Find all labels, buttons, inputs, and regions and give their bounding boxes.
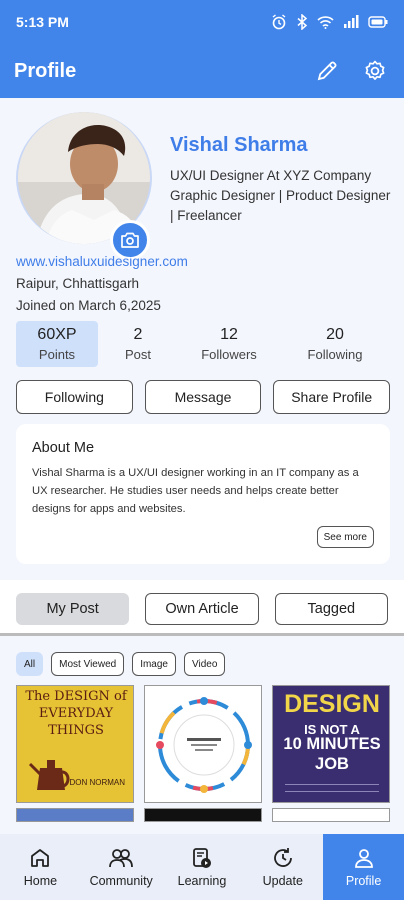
- book-author: DON NORMAN: [69, 778, 125, 787]
- nav-label: Update: [262, 874, 303, 888]
- post-thumbnail[interactable]: [16, 808, 134, 822]
- stat-followers[interactable]: 12 Followers: [178, 321, 280, 367]
- profile-header: Vishal Sharma UX/UI Designer At XYZ Comp…: [0, 98, 404, 578]
- tab-tagged[interactable]: Tagged: [274, 593, 388, 625]
- camera-icon: [121, 232, 139, 248]
- poster-headline: DESIGN: [284, 690, 380, 718]
- nav-label: Learning: [177, 874, 227, 888]
- profile-bio: UX/UI Designer At XYZ Company Graphic De…: [170, 168, 391, 223]
- filter-most-viewed[interactable]: Most Viewed: [51, 652, 125, 676]
- profile-icon: [354, 849, 373, 868]
- poster-job-line: 10 MINUTES JOB: [283, 735, 381, 773]
- community-icon: [109, 849, 134, 868]
- bottom-navigation: Home Community Learning Update Profile: [0, 834, 404, 900]
- learning-icon: [193, 848, 211, 868]
- avatar[interactable]: [16, 112, 152, 260]
- post-grid: The DESIGN of EVERYDAY THINGS DON NORMAN…: [16, 685, 390, 803]
- page-title: Profile: [14, 59, 77, 82]
- stat-label: Followers: [201, 347, 257, 362]
- battery-icon: [368, 16, 388, 28]
- nav-update[interactable]: Update: [242, 834, 323, 900]
- about-text: Vishal Sharma is a UX/UI designer workin…: [32, 467, 359, 515]
- book-title: The DESIGN of EVERYDAY THINGS: [25, 689, 127, 738]
- content-tabs: My Post Own Article Tagged: [16, 593, 388, 625]
- about-card: About Me Vishal Sharma is a UX/UI design…: [16, 424, 390, 564]
- website-link[interactable]: www.vishaluxuidesigner.com: [16, 254, 188, 269]
- stat-value: 20: [326, 326, 344, 343]
- stat-points[interactable]: 60XP Points: [16, 321, 98, 367]
- update-icon: [273, 848, 292, 867]
- filter-all[interactable]: All: [16, 652, 44, 676]
- home-icon: [31, 849, 50, 867]
- stat-label: Post: [124, 347, 151, 362]
- poster-fine-print: [285, 784, 379, 792]
- settings-button[interactable]: [360, 56, 390, 86]
- tab-my-post[interactable]: My Post: [16, 593, 130, 625]
- stat-value: 12: [220, 326, 238, 343]
- stat-following[interactable]: 20 Following: [280, 321, 390, 367]
- signal-icon: [344, 15, 359, 28]
- nav-profile[interactable]: Profile: [323, 834, 404, 900]
- see-more-button[interactable]: See more: [316, 526, 374, 548]
- share-profile-button[interactable]: Share Profile: [273, 380, 391, 414]
- app-bar: Profile: [0, 44, 404, 98]
- post-thumbnail[interactable]: The DESIGN of EVERYDAY THINGS DON NORMAN: [16, 685, 134, 803]
- stat-value: 2: [133, 326, 143, 343]
- gear-icon: [365, 60, 385, 80]
- filter-video[interactable]: Video: [184, 652, 226, 676]
- joined-date: Joined on March 6,2025: [16, 298, 161, 313]
- alarm-icon: [272, 14, 286, 30]
- stat-label: Following: [307, 347, 363, 362]
- content-tabs-section: My Post Own Article Tagged: [0, 580, 404, 636]
- post-filters: All Most Viewed Image Video: [16, 652, 226, 676]
- nav-label: Home: [23, 874, 58, 888]
- post-thumbnail[interactable]: DESIGN IS NOT A 10 MINUTES JOB: [272, 685, 390, 803]
- wifi-icon: [317, 16, 334, 29]
- following-button[interactable]: Following: [16, 380, 133, 414]
- nav-learning[interactable]: Learning: [162, 834, 243, 900]
- stat-post[interactable]: 2 Post: [98, 321, 178, 367]
- pencil-icon: [317, 61, 337, 81]
- status-icons: [271, 14, 388, 30]
- location-text: Raipur, Chhattisgarh: [16, 276, 140, 291]
- about-title: About Me: [32, 440, 95, 456]
- tab-own-article[interactable]: Own Article: [145, 593, 259, 625]
- stats-row: 60XP Points 2 Post 12 Followers 20 Follo…: [16, 321, 390, 367]
- design-thinking-diagram: [156, 697, 252, 793]
- edit-button[interactable]: [312, 56, 342, 86]
- status-time: 5:13 PM: [16, 14, 69, 30]
- post-thumbnail[interactable]: [144, 808, 262, 822]
- profile-name: Vishal Sharma: [170, 134, 308, 156]
- nav-label: Profile: [345, 874, 382, 888]
- post-grid-row-2: [16, 808, 390, 822]
- kettle-illustration: [28, 760, 70, 790]
- nav-home[interactable]: Home: [0, 834, 81, 900]
- stat-value: 60XP: [37, 326, 77, 343]
- status-bar: 5:13 PM: [0, 0, 404, 44]
- post-thumbnail[interactable]: [272, 808, 390, 822]
- nav-label: Community: [89, 874, 153, 888]
- message-button[interactable]: Message: [144, 380, 262, 414]
- stat-label: Points: [38, 347, 76, 362]
- bluetooth-icon: [297, 14, 308, 30]
- nav-community[interactable]: Community: [81, 834, 162, 900]
- post-thumbnail[interactable]: [144, 685, 262, 803]
- filter-image[interactable]: Image: [132, 652, 176, 676]
- profile-actions: Following Message Share Profile: [16, 380, 391, 414]
